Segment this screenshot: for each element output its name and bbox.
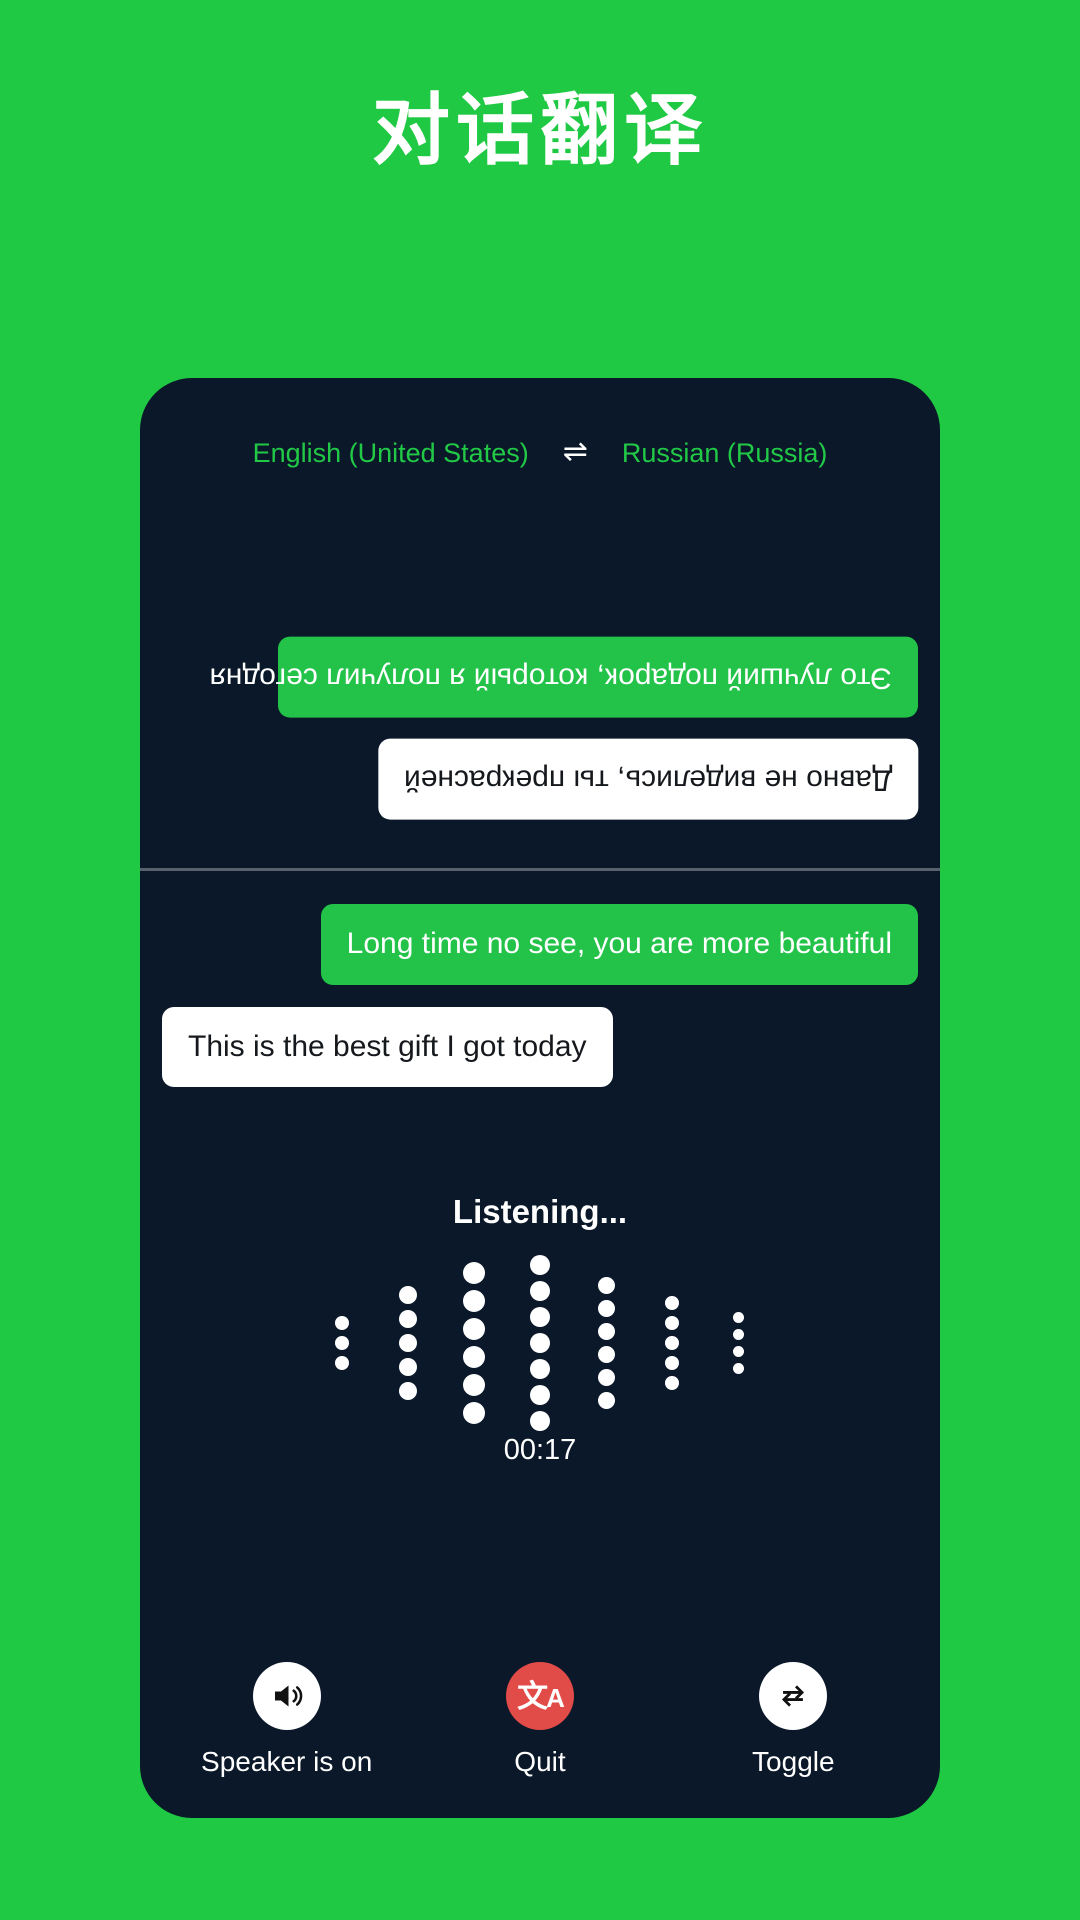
language-bar: English (United States) ⇌ Russian (Russi… [140, 408, 940, 498]
waveform-column [573, 1274, 639, 1412]
waveform-dot [665, 1336, 679, 1350]
source-language-selector[interactable]: English (United States) [253, 438, 529, 469]
waveform-dot [597, 1277, 615, 1294]
quit-button[interactable]: 文A Quit [420, 1662, 660, 1778]
speaker-toggle-label: Speaker is on [201, 1746, 373, 1777]
waveform-dot [732, 1346, 744, 1357]
source-message-pane: Long time no see, you are more beautiful… [140, 878, 940, 1178]
waveform-dot [463, 1374, 485, 1396]
waveform-dot [463, 1318, 485, 1340]
app-screen: 对话翻译 English (United States) ⇌ Russian (… [0, 0, 1080, 1920]
speaker-on-icon [252, 1662, 321, 1730]
waveform-dot [399, 1310, 417, 1328]
message-bubble[interactable]: Давно не виделись, ты прекрасней [377, 739, 918, 820]
message-row: Это лучший подарок, который я получил се… [162, 636, 918, 718]
target-language-selector[interactable]: Russian (Russia) [622, 438, 828, 469]
translated-message-pane: Это лучший подарок, который я получил се… [140, 498, 940, 858]
waveform-dot [665, 1356, 679, 1370]
waveform-dot [597, 1369, 615, 1386]
toggle-button[interactable]: Toggle [673, 1662, 913, 1778]
pane-divider [140, 868, 940, 871]
waveform-column [441, 1259, 507, 1427]
waveform-column [705, 1309, 771, 1377]
toggle-swap-icon [759, 1662, 828, 1730]
control-bar: Speaker is on 文A Quit Toggle [140, 1662, 940, 1778]
translate-glyph: 文A [517, 1678, 565, 1714]
waveform-column [375, 1283, 441, 1403]
toggle-label: Toggle [752, 1746, 835, 1777]
waveform-dot [463, 1402, 485, 1424]
message-bubble[interactable]: Это лучший подарок, который я получил се… [210, 636, 918, 718]
page-title: 对话翻译 [371, 86, 708, 174]
waveform-dot [665, 1316, 679, 1330]
message-row: Long time no see, you are more beautiful [162, 904, 918, 985]
waveform-dot [732, 1329, 744, 1340]
waveform-dot [665, 1376, 679, 1390]
quit-label: Quit [514, 1746, 566, 1777]
waveform-column [507, 1252, 573, 1434]
waveform-dot [530, 1255, 550, 1275]
waveform-column [309, 1313, 375, 1373]
waveform-dot [597, 1300, 615, 1317]
waveform-dot [530, 1411, 550, 1431]
waveform-dot [530, 1333, 550, 1353]
message-row: This is the best gift I got today [162, 1006, 918, 1088]
swap-horizontal-icon[interactable]: ⇌ [563, 437, 588, 467]
waveform-dot [732, 1312, 744, 1323]
waveform-dot [463, 1290, 485, 1312]
speaker-toggle-button[interactable]: Speaker is on [167, 1662, 407, 1778]
recording-timer: 00:17 [503, 1434, 577, 1466]
audio-waveform [140, 1248, 940, 1438]
waveform-dot [597, 1323, 615, 1340]
waveform-dot [530, 1307, 550, 1327]
translate-icon: 文A [505, 1662, 574, 1730]
waveform-dot [665, 1296, 679, 1310]
message-bubble[interactable]: Long time no see, you are more beautiful [320, 904, 918, 985]
listening-status: Listening... [452, 1193, 628, 1230]
waveform-dot [530, 1281, 550, 1301]
waveform-column [639, 1293, 705, 1393]
waveform-dot [335, 1356, 349, 1370]
waveform-dot [530, 1359, 550, 1379]
phone-mockup: English (United States) ⇌ Russian (Russi… [140, 378, 940, 1818]
waveform-dot [530, 1385, 550, 1405]
waveform-dot [335, 1336, 349, 1350]
waveform-dot [597, 1346, 615, 1363]
message-row: Давно не виделись, ты прекрасней [162, 739, 918, 820]
waveform-dot [335, 1316, 349, 1330]
waveform-dot [463, 1346, 485, 1368]
waveform-dot [732, 1363, 744, 1374]
waveform-dot [463, 1262, 485, 1284]
waveform-dot [399, 1358, 417, 1376]
waveform-dot [399, 1286, 417, 1304]
waveform-dot [597, 1392, 615, 1409]
waveform-dot [399, 1334, 417, 1352]
waveform-dot [399, 1382, 417, 1400]
message-bubble[interactable]: This is the best gift I got today [162, 1006, 613, 1088]
